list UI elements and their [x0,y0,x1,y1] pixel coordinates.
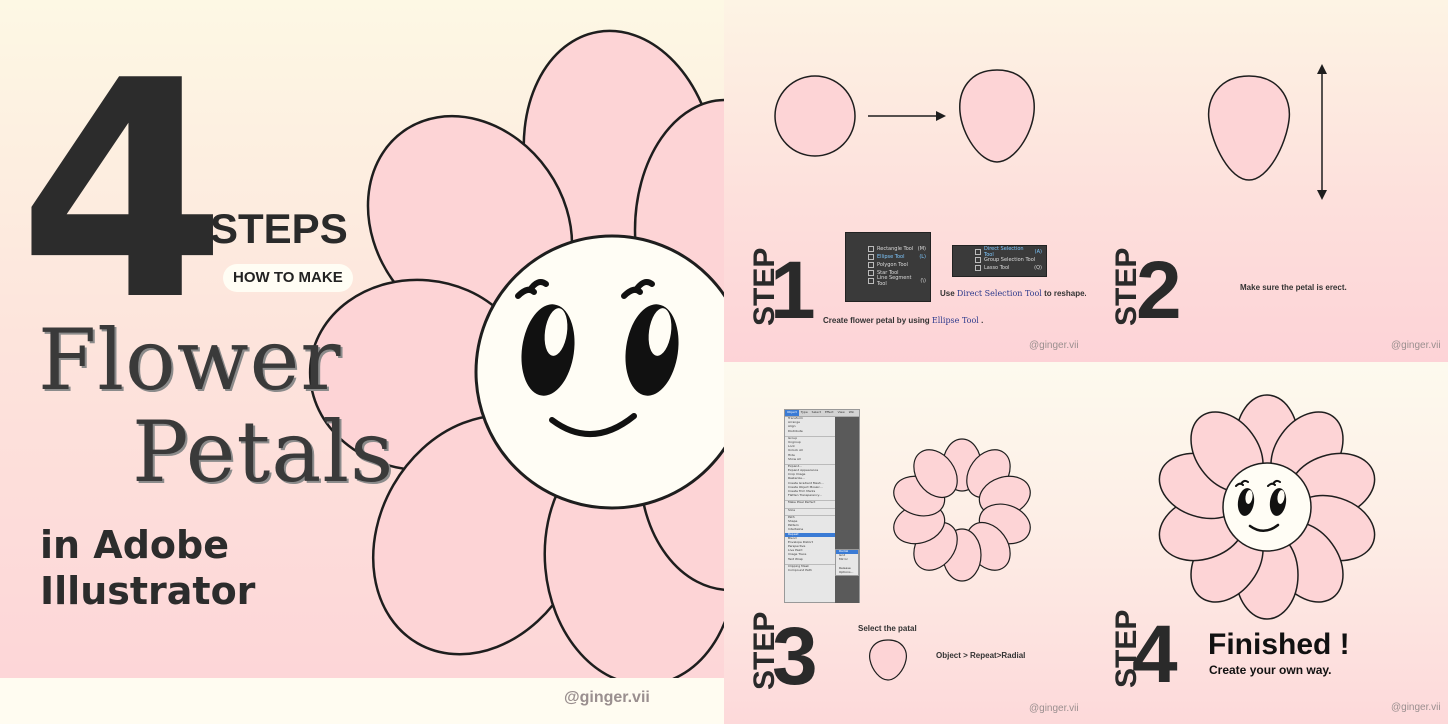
cover-title-line1: Flower [38,311,342,409]
cover-footer: @ginger.vii [0,678,724,724]
cover-title-line2: Petals [132,403,395,501]
step1-number: 1 [770,245,816,336]
create-your-own-text: Create your own way. [1209,663,1332,677]
cover-steps: STEPS [210,205,348,252]
step4-number: 4 [1132,609,1178,700]
step1-caption: Create flower petal by using Ellipse Too… [823,316,984,325]
step2-caption: Make sure the petal is erect. [1240,283,1347,292]
shape-tools-menu: Rectangle Tool (M) Ellipse Tool (L) Polygo… [845,232,931,302]
step3-select-caption: Select the patal [858,624,917,633]
step3-handle: @ginger.vii [1029,703,1079,714]
step2-panel: STEP 2 Make sure the petal is erect. @gi… [1086,0,1448,362]
step1-handle: @ginger.vii [1029,340,1079,351]
cover-number: 4 [18,17,227,366]
step3-panel: Object Type Select Effect View Win Trans… [724,362,1086,724]
cover-panel: 4 STEPS HOW TO MAKE Flower Petals in Ado… [0,0,724,678]
selection-tools-menu: Direct Selection Tool (A) Group Selection… [952,245,1047,277]
step4-panel: STEP 4 Finished ! Create your own way. @… [1086,362,1448,724]
step3-number: 3 [772,611,818,702]
step1-panel: Rectangle Tool (M) Ellipse Tool (L) Polygo… [724,0,1086,362]
step4-handle: @ginger.vii [1391,702,1441,713]
step2-handle: @ginger.vii [1391,340,1441,351]
how-to-make-badge: HOW TO MAKE [223,264,353,292]
step2-number: 2 [1136,245,1182,336]
finished-heading: Finished ! [1208,628,1350,661]
cover-handle: @ginger.vii [564,689,650,706]
cover-subtitle: in Adobe Illustrator [40,523,256,614]
step3-path-caption: Object > Repeat>Radial [936,651,1026,660]
step1-reshape-caption: Use Direct Selection Tool to reshape. [940,289,1086,298]
